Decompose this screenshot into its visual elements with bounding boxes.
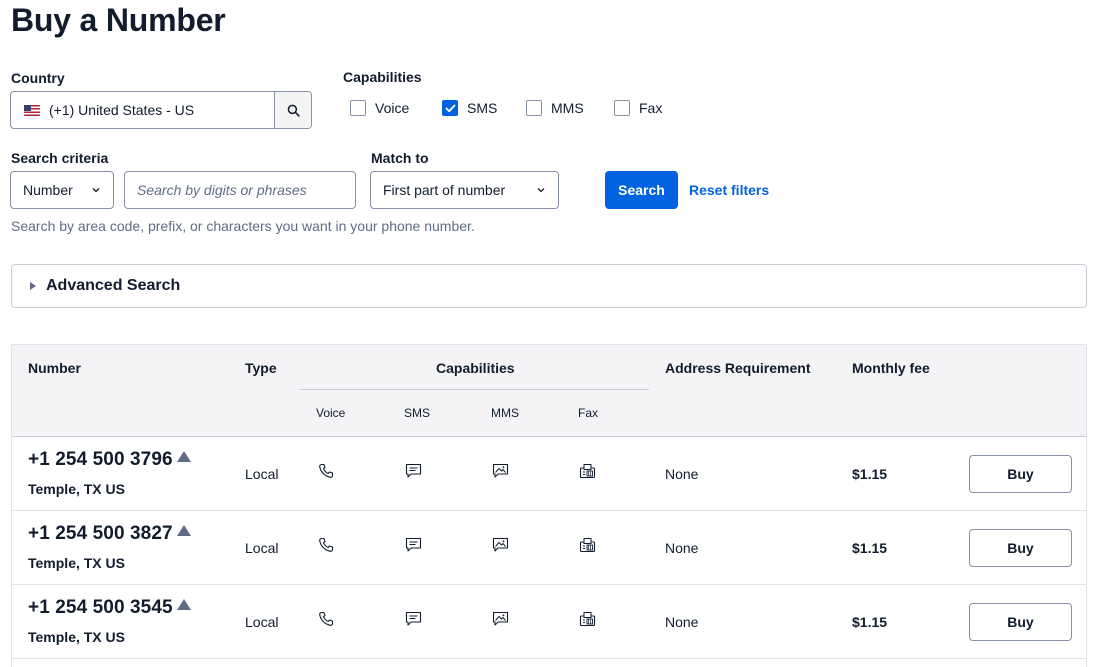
search-help-text: Search by area code, prefix, or characte… [11, 218, 475, 234]
match-to-select[interactable]: First part of number [370, 171, 559, 209]
search-input[interactable]: Search by digits or phrases [124, 171, 356, 209]
header-mms: MMS [491, 406, 519, 420]
triangle-up-icon [176, 599, 191, 610]
voice-checkbox-label: Voice [375, 100, 410, 116]
table-row: +1 254 500 3827 Temple, TX US Local None… [12, 511, 1086, 585]
address-requirement: None [665, 466, 699, 482]
advanced-search-label: Advanced Search [46, 277, 181, 294]
buy-button[interactable]: Buy [969, 603, 1072, 641]
chevron-down-icon [92, 188, 100, 193]
phone-icon [319, 611, 334, 626]
number-type: Local [245, 614, 279, 630]
chevron-down-icon [537, 188, 545, 193]
sms-icon [405, 611, 422, 626]
header-number: Number [28, 360, 81, 376]
sms-checkbox-label: SMS [467, 100, 498, 116]
search-criteria-label: Search criteria [11, 150, 109, 166]
header-divider [300, 389, 649, 390]
phone-icon [319, 537, 334, 552]
buy-button[interactable]: Buy [969, 529, 1072, 567]
header-fax: Fax [578, 406, 599, 420]
search-type-select[interactable]: Number [10, 171, 114, 209]
sms-checkbox[interactable] [442, 100, 458, 116]
match-to-value: First part of number [383, 182, 506, 198]
numbers-table: Number Type Capabilities Voice SMS MMS F… [11, 344, 1087, 667]
checkbox-mms[interactable]: MMS [526, 100, 584, 116]
advanced-search-toggle[interactable]: Advanced Search [11, 264, 1087, 308]
address-requirement: None [665, 614, 699, 630]
monthly-fee: $1.15 [852, 466, 888, 482]
caret-right-icon [30, 282, 36, 290]
header-address: Address Requirement [665, 360, 811, 376]
capabilities-label: Capabilities [343, 69, 422, 85]
phone-number-text: +1 254 500 3796 [28, 449, 173, 470]
checkbox-sms[interactable]: SMS [442, 100, 497, 116]
header-voice: Voice [316, 406, 346, 420]
page-title: Buy a Number [11, 2, 226, 38]
phone-number: +1 254 500 3545 [28, 597, 191, 619]
sms-icon [405, 537, 422, 552]
number-location: Temple, TX US [28, 629, 125, 645]
phone-number: +1 254 500 3796 [28, 449, 191, 471]
us-flag-icon [24, 104, 40, 116]
number-location: Temple, TX US [28, 555, 125, 571]
number-type: Local [245, 466, 279, 482]
country-value: (+1) United States - US [49, 102, 195, 118]
number-type: Local [245, 540, 279, 556]
mms-checkbox-label: MMS [551, 100, 584, 116]
voice-checkbox[interactable] [350, 100, 366, 116]
triangle-up-icon [176, 451, 191, 462]
search-icon [287, 104, 300, 117]
monthly-fee: $1.15 [852, 614, 888, 630]
mms-icon [492, 463, 509, 478]
checkmark-icon [445, 104, 455, 112]
header-fee: Monthly fee [852, 360, 930, 376]
reset-filters-button[interactable]: Reset filters [689, 182, 769, 198]
table-row: +1 254 500 3796 Temple, TX US Local None… [12, 437, 1086, 511]
checkbox-voice[interactable]: Voice [350, 100, 409, 116]
search-input-placeholder: Search by digits or phrases [137, 182, 307, 198]
phone-number: +1 254 500 3827 [28, 523, 191, 545]
mms-icon [492, 611, 509, 626]
number-location: Temple, TX US [28, 481, 125, 497]
checkbox-fax[interactable]: Fax [614, 100, 662, 116]
country-select[interactable]: (+1) United States - US [10, 91, 312, 129]
country-search-button[interactable] [274, 92, 311, 128]
phone-number-text: +1 254 500 3545 [28, 597, 173, 618]
header-sms: SMS [404, 406, 431, 420]
sms-icon [405, 463, 422, 478]
fax-checkbox[interactable] [614, 100, 630, 116]
monthly-fee: $1.15 [852, 540, 888, 556]
table-row: +1 254 500 3545 Temple, TX US Local None… [12, 585, 1086, 659]
table-header: Number Type Capabilities Voice SMS MMS F… [12, 345, 1086, 437]
triangle-up-icon [176, 525, 191, 536]
phone-icon [319, 463, 334, 478]
fax-icon [579, 538, 596, 553]
fax-icon [579, 464, 596, 479]
header-capabilities: Capabilities [436, 360, 515, 376]
fax-icon [579, 612, 596, 627]
address-requirement: None [665, 540, 699, 556]
search-button[interactable]: Search [605, 171, 678, 209]
match-to-label: Match to [371, 150, 429, 166]
buy-button[interactable]: Buy [969, 455, 1072, 493]
mms-checkbox[interactable] [526, 100, 542, 116]
mms-icon [492, 537, 509, 552]
country-label: Country [11, 70, 65, 86]
header-type: Type [245, 360, 277, 376]
phone-number-text: +1 254 500 3827 [28, 523, 173, 544]
fax-checkbox-label: Fax [639, 100, 663, 116]
search-type-value: Number [23, 182, 73, 198]
